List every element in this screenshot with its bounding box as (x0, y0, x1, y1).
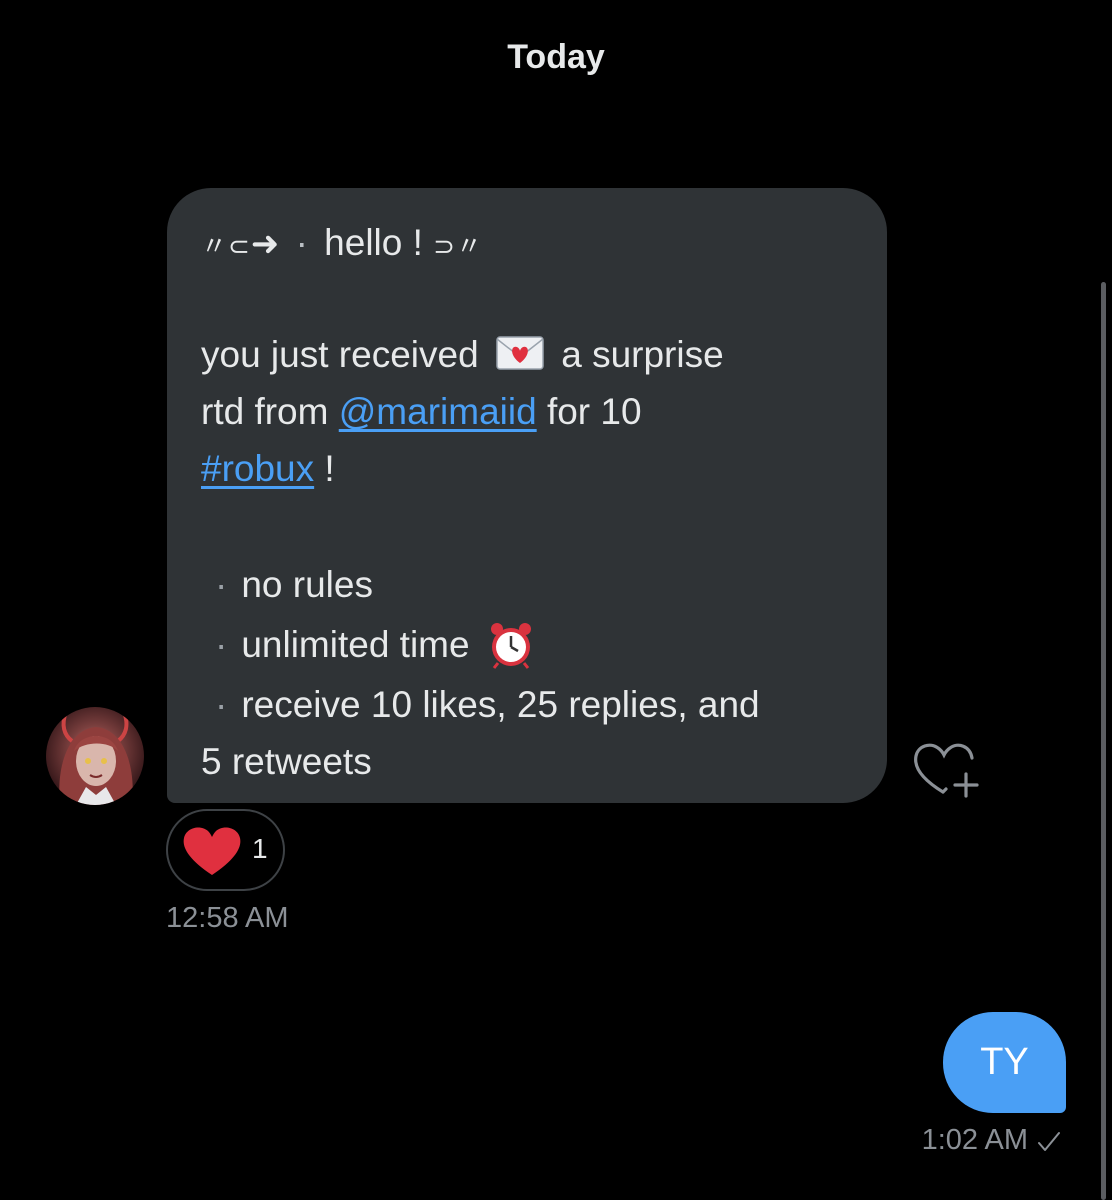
bullet-text: receive 10 likes, 25 replies, and (241, 684, 760, 725)
dot-glyph: · (295, 222, 308, 263)
love-letter-emoji (495, 331, 545, 375)
bullet-line-continued: 5 retweets (201, 733, 853, 790)
reaction-button[interactable]: 1 (166, 809, 285, 891)
message-line: #robux ! (201, 440, 853, 497)
message-line: rtd from @marimaiid for 10 (201, 383, 853, 440)
reaction-count: 1 (252, 833, 268, 864)
incoming-message-bubble[interactable]: 〃⊂➜ · hello ! ⊃〃 you just received a sur… (167, 188, 887, 803)
outgoing-message-bubble[interactable]: TY (943, 1012, 1066, 1113)
outgoing-message-text: TY (980, 1041, 1029, 1083)
date-separator: Today (507, 38, 605, 76)
message-timestamp: 12:58 AM (166, 902, 289, 934)
message-text: you just received (201, 334, 489, 375)
check-icon (1038, 1132, 1060, 1151)
mention-link[interactable]: @marimaiid (339, 391, 537, 432)
bullet-line: · no rules (201, 556, 853, 613)
scrollbar[interactable] (1101, 282, 1106, 1200)
message-text: for 10 (536, 391, 642, 432)
bullet-line: · receive 10 likes, 25 replies, and (201, 676, 853, 733)
heart-plus-icon[interactable] (910, 738, 980, 802)
decoration-right: ⊃〃 (433, 231, 483, 261)
avatar[interactable] (46, 707, 144, 805)
bullet-text: 5 retweets (201, 741, 372, 782)
greeting-line: 〃⊂➜ · hello ! ⊃〃 (201, 214, 853, 271)
alarm-clock-emoji (486, 621, 536, 670)
bullet-line: · unlimited time (201, 616, 853, 673)
bullet-glyph: · (215, 564, 228, 605)
bullet-text: no rules (241, 564, 373, 605)
message-timestamp: 1:02 AM (921, 1124, 1028, 1156)
bullet-text: unlimited time (241, 624, 480, 665)
message-line: you just received a surprise (201, 326, 853, 383)
hashtag-link[interactable]: #robux (201, 448, 314, 489)
bullet-glyph: · (215, 684, 228, 725)
heart-icon (183, 827, 241, 875)
message-text: a surprise (550, 334, 724, 375)
message-text: ! (314, 448, 335, 489)
bullet-glyph: · (215, 624, 228, 665)
avatar-image (59, 711, 133, 805)
greeting-text: hello ! (313, 222, 434, 263)
arrow-glyph: ➜ (250, 225, 280, 263)
message-text: rtd from (201, 391, 339, 432)
decoration-left: 〃⊂ (201, 231, 251, 261)
